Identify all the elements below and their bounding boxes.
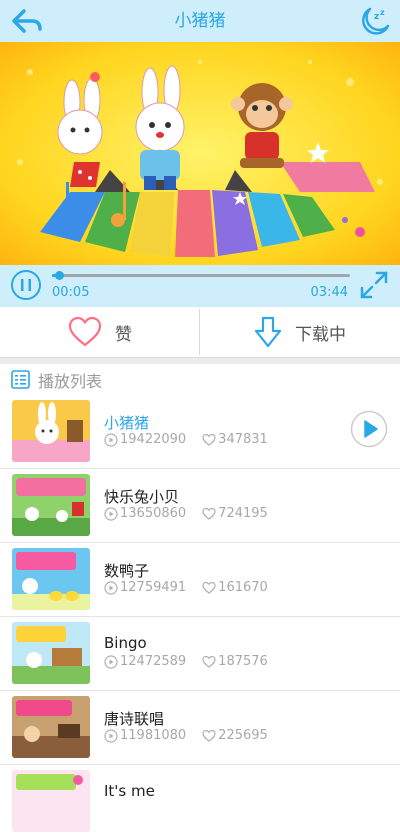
fullscreen-expand-icon [360,271,388,299]
sleep-timer-button[interactable]: z z [358,4,392,38]
song-title: 快乐兔小贝 [104,488,180,506]
like-count: 161670 [218,580,268,595]
download-button[interactable]: 下载中 [200,307,399,357]
svg-text:z: z [380,8,385,17]
progress-handle[interactable] [54,271,64,280]
play-count: 19422090 [120,432,187,447]
play-count-icon [104,728,118,743]
song-stats: 11981080 225695 [104,728,268,743]
song-stats: 19422090 347831 [104,432,268,447]
top-bar: 小猪猪 z z [0,0,400,42]
play-button[interactable] [350,410,388,448]
player-bar: 00:05 03:44 [0,265,400,307]
song-thumbnail [12,770,90,832]
like-count: 225695 [218,728,268,743]
song-stats: 12759491 161670 [104,580,268,595]
song-title: It's me [104,782,155,800]
moon-sleep-icon: z z [362,7,390,35]
playlist-title: 播放列表 [38,372,103,391]
song-stats: 12472589 187576 [104,654,268,669]
download-label: 下载中 [295,324,346,345]
fullscreen-button[interactable] [358,269,390,301]
heart-outline-icon [202,655,216,668]
play-count-icon [104,654,118,669]
current-time: 00:05 [52,285,90,300]
like-button[interactable]: 赞 [0,307,199,357]
like-count: 724195 [218,506,268,521]
play-count-icon [104,580,118,595]
svg-text:z: z [374,12,379,22]
play-count-icon [104,506,118,521]
action-bar: 赞 下载中 [0,307,400,358]
list-item[interactable]: Bingo 12472589 187576 [0,616,400,691]
play-count: 12759491 [120,580,187,595]
progress-slider[interactable] [52,271,350,280]
song-title: 唐诗联唱 [104,710,165,728]
song-thumbnail [12,548,90,610]
heart-outline-icon [202,507,216,520]
total-time: 03:44 [310,285,348,300]
playlist-icon [11,370,30,389]
download-arrow-icon [254,316,282,348]
list-item[interactable]: 小猪猪 19422090 347831 [0,394,400,469]
list-item[interactable]: 数鸭子 12759491 161670 [0,542,400,617]
song-title: Bingo [104,634,147,652]
pause-icon [11,270,41,300]
play-count-icon [104,432,118,447]
song-title: 小猪猪 [104,414,150,432]
play-count: 11981080 [120,728,187,743]
play-icon [350,410,388,448]
song-thumbnail [12,400,90,462]
like-count: 347831 [218,432,268,447]
heart-outline-icon [202,433,216,446]
pause-button[interactable] [10,269,42,301]
page-title: 小猪猪 [174,11,226,31]
like-label: 赞 [115,324,132,345]
song-cover-image [0,42,400,265]
song-thumbnail [12,474,90,536]
song-stats: 13650860 724195 [104,506,268,521]
song-title: 数鸭子 [104,562,150,580]
list-item[interactable]: 唐诗联唱 11981080 225695 [0,690,400,765]
like-count: 187576 [218,654,268,669]
heart-icon [68,316,102,347]
song-thumbnail [12,696,90,758]
playlist-header: 播放列表 [0,364,400,394]
list-item[interactable]: It's me [0,764,400,838]
song-thumbnail [12,622,90,684]
play-count: 13650860 [120,506,187,521]
list-item[interactable]: 快乐兔小贝 13650860 724195 [0,468,400,543]
heart-outline-icon [202,581,216,594]
heart-outline-icon [202,729,216,742]
play-count: 12472589 [120,654,187,669]
